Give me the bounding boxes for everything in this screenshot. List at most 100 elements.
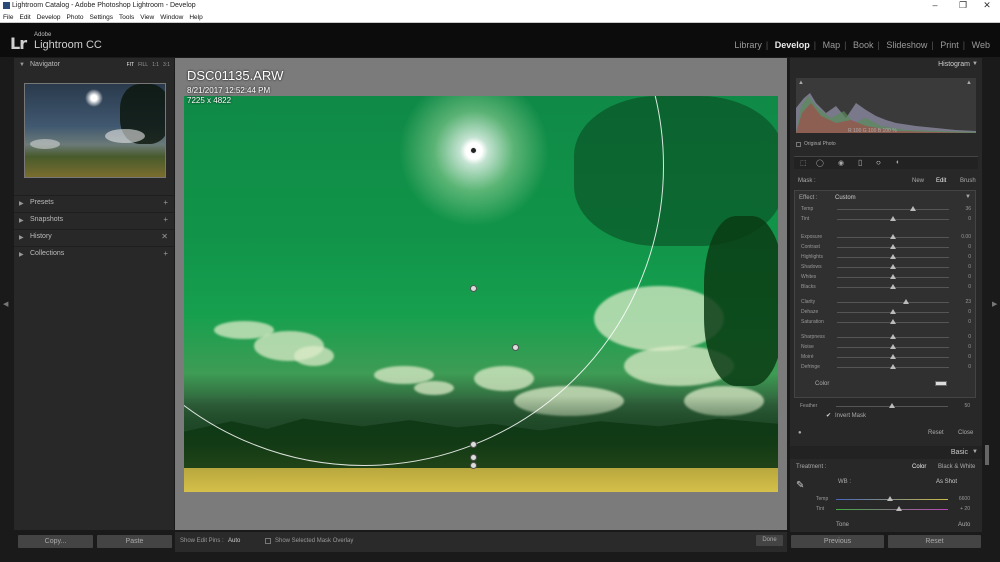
add-preset-icon[interactable]: + — [163, 198, 168, 207]
module-map[interactable]: Map — [823, 40, 841, 50]
menu-view[interactable]: View — [137, 12, 157, 21]
slider-knob[interactable] — [890, 344, 896, 349]
right-panel-toggle-icon[interactable]: ▶ — [992, 300, 997, 308]
crop-tool-icon[interactable]: ⬚ — [800, 159, 807, 167]
slider-knob[interactable] — [903, 299, 910, 304]
tint-slider[interactable]: Tint + 20 — [794, 505, 978, 514]
slider-temp[interactable]: Temp 36 — [795, 205, 979, 214]
module-print[interactable]: Print — [940, 40, 959, 50]
radial-filter-pin[interactable] — [470, 285, 477, 292]
slider-moir[interactable]: Moiré 0 — [795, 353, 979, 362]
zoom-fill[interactable]: FILL — [138, 62, 148, 68]
effect-preset-select[interactable]: Custom — [835, 195, 856, 201]
navigator-header[interactable]: ▼ Navigator FIT FILL 1:1 3:1 — [14, 58, 174, 74]
navigator-preview[interactable] — [24, 83, 166, 178]
done-button[interactable]: Done — [756, 535, 783, 546]
toggle-filter-icon[interactable]: ● — [798, 430, 802, 436]
slider-value[interactable]: 0 — [968, 334, 971, 340]
slider-value[interactable]: 36 — [965, 206, 971, 212]
zoom-fit[interactable]: FIT — [127, 62, 135, 68]
edit-pins-select[interactable]: Auto — [228, 538, 240, 544]
zoom-1-1[interactable]: 1:1 — [152, 62, 159, 68]
menu-file[interactable]: File — [0, 12, 16, 21]
menu-help[interactable]: Help — [186, 12, 205, 21]
slider-knob[interactable] — [890, 334, 896, 339]
add-snapshot-icon[interactable]: + — [163, 215, 168, 224]
mask-overlay-checkbox[interactable] — [265, 538, 271, 544]
slider-knob[interactable] — [890, 254, 896, 259]
module-book[interactable]: Book — [853, 40, 874, 50]
tone-auto-button[interactable]: Auto — [958, 522, 970, 528]
radial-filter-pin-active[interactable] — [470, 147, 477, 154]
slider-value[interactable]: 0.00 — [961, 234, 971, 240]
collapse-triangle-icon[interactable]: ▼ — [972, 449, 978, 455]
collapse-triangle-icon[interactable]: ▼ — [965, 194, 971, 200]
module-develop[interactable]: Develop — [775, 40, 810, 50]
close-window-button[interactable]: ✕ — [974, 0, 1000, 12]
temp-knob[interactable] — [886, 496, 893, 501]
add-collection-icon[interactable]: + — [163, 249, 168, 258]
mask-brush[interactable]: Brush — [960, 178, 976, 184]
slider-saturation[interactable]: Saturation 0 — [795, 318, 979, 327]
slider-value[interactable]: 23 — [965, 299, 971, 305]
mask-edit[interactable]: Edit — [936, 178, 946, 184]
tint-knob[interactable] — [895, 506, 902, 511]
slider-blacks[interactable]: Blacks 0 — [795, 283, 979, 292]
image-canvas[interactable]: DSC01135.ARW 8/21/2017 12:52:44 PM 7225 … — [175, 58, 787, 530]
minimize-button[interactable]: – — [922, 0, 948, 12]
presets-panel[interactable]: ▶ Presets + — [14, 195, 174, 211]
radial-filter-pin[interactable] — [470, 454, 477, 461]
slider-highlights[interactable]: Highlights 0 — [795, 253, 979, 262]
slider-defringe[interactable]: Defringe 0 — [795, 363, 979, 372]
left-panel-toggle-icon[interactable]: ◀ — [3, 300, 8, 308]
slider-contrast[interactable]: Contrast 0 — [795, 243, 979, 252]
slider-noise[interactable]: Noise 0 — [795, 343, 979, 352]
module-web[interactable]: Web — [972, 40, 990, 50]
slider-tint[interactable]: Tint 0 — [795, 215, 979, 224]
radial-filter-pin[interactable] — [512, 344, 519, 351]
slider-sharpness[interactable]: Sharpness 0 — [795, 333, 979, 342]
paste-button[interactable]: Paste — [97, 535, 172, 548]
module-slideshow[interactable]: Slideshow — [886, 40, 927, 50]
slider-value[interactable]: 0 — [968, 309, 971, 315]
slider-knob[interactable] — [910, 206, 917, 211]
menu-edit[interactable]: Edit — [16, 12, 33, 21]
slider-knob[interactable] — [890, 309, 896, 314]
red-eye-icon[interactable]: ◉ — [838, 159, 844, 167]
slider-knob[interactable] — [890, 319, 896, 324]
clear-history-icon[interactable]: ✕ — [161, 232, 168, 241]
menu-develop[interactable]: Develop — [34, 12, 64, 21]
histogram[interactable] — [796, 78, 976, 133]
previous-button[interactable]: Previous — [791, 535, 884, 548]
shadow-clipping-icon[interactable]: ▲ — [798, 80, 804, 86]
feather-slider[interactable]: Feather 50 — [794, 402, 978, 411]
slider-value[interactable]: 0 — [968, 364, 971, 370]
slider-value[interactable]: 0 — [968, 274, 971, 280]
reset-button[interactable]: Reset — [888, 535, 981, 548]
slider-value[interactable]: 0 — [968, 319, 971, 325]
spot-removal-icon[interactable]: ◯ — [816, 159, 824, 167]
white-balance-eyedropper-icon[interactable]: ✎ — [796, 480, 804, 491]
menu-window[interactable]: Window — [157, 12, 186, 21]
collapse-triangle-icon[interactable]: ▼ — [972, 61, 978, 67]
slider-dehaze[interactable]: Dehaze 0 — [795, 308, 979, 317]
original-photo-checkbox[interactable] — [796, 142, 801, 147]
slider-value[interactable]: 0 — [968, 354, 971, 360]
graduated-filter-icon[interactable]: ▯ — [858, 158, 862, 167]
slider-whites[interactable]: Whites 0 — [795, 273, 979, 282]
maximize-button[interactable]: ❐ — [950, 0, 976, 12]
radial-filter-pin[interactable] — [470, 462, 477, 469]
slider-value[interactable]: 0 — [968, 216, 971, 222]
copy-button[interactable]: Copy... — [18, 535, 93, 548]
slider-value[interactable]: 0 — [968, 264, 971, 270]
slider-knob[interactable] — [890, 234, 896, 239]
temp-slider[interactable]: Temp 6600 — [794, 495, 978, 504]
feather-knob[interactable] — [889, 403, 895, 408]
slider-knob[interactable] — [890, 244, 896, 249]
menu-settings[interactable]: Settings — [87, 12, 117, 21]
mask-reset-button[interactable]: Reset — [928, 430, 944, 436]
mask-close-button[interactable]: Close — [958, 430, 973, 436]
treatment-color[interactable]: Color — [912, 464, 926, 470]
color-swatch[interactable] — [935, 381, 947, 386]
slider-value[interactable]: 0 — [968, 344, 971, 350]
